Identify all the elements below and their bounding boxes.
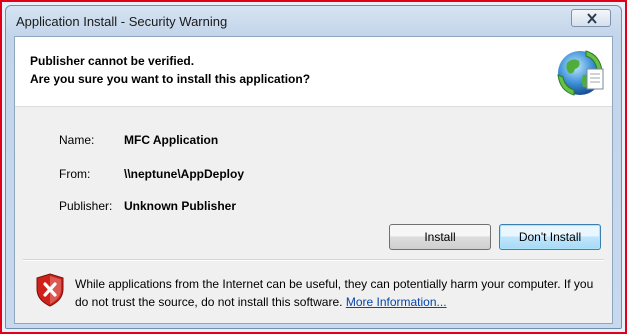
title-bar[interactable]: Application Install - Security Warning bbox=[6, 6, 621, 36]
more-information-link[interactable]: More Information... bbox=[346, 295, 447, 309]
close-icon bbox=[587, 13, 597, 24]
detail-row-from: From: \\neptune\AppDeploy bbox=[59, 167, 244, 181]
warning-text: While applications from the Internet can… bbox=[75, 277, 594, 309]
close-button[interactable] bbox=[571, 9, 611, 27]
publisher-value: Unknown Publisher bbox=[124, 199, 237, 213]
window-title: Application Install - Security Warning bbox=[16, 14, 228, 29]
dialog-body: Publisher cannot be verified. Are you su… bbox=[14, 36, 613, 324]
name-value: MFC Application bbox=[124, 133, 219, 147]
globe-install-icon bbox=[557, 50, 604, 96]
name-label: Name: bbox=[59, 133, 95, 147]
from-value: \\neptune\AppDeploy bbox=[124, 167, 244, 181]
divider bbox=[23, 259, 604, 261]
detail-row-publisher: Publisher: Unknown Publisher bbox=[59, 199, 236, 213]
highlight-border: Application Install - Security Warning P… bbox=[0, 0, 627, 334]
header-line-2: Are you sure you want to install this ap… bbox=[30, 72, 311, 86]
header-line-1: Publisher cannot be verified. bbox=[30, 54, 195, 68]
dialog-window: Application Install - Security Warning P… bbox=[5, 5, 622, 329]
install-button[interactable]: Install bbox=[389, 224, 491, 250]
publisher-label: Publisher: bbox=[59, 199, 113, 213]
shield-error-icon bbox=[36, 273, 64, 307]
header-panel: Publisher cannot be verified. Are you su… bbox=[15, 37, 612, 107]
from-label: From: bbox=[59, 167, 91, 181]
dont-install-button[interactable]: Don't Install bbox=[499, 224, 601, 250]
warning-text-block: While applications from the Internet can… bbox=[75, 275, 595, 311]
detail-row-name: Name: MFC Application bbox=[59, 133, 218, 147]
